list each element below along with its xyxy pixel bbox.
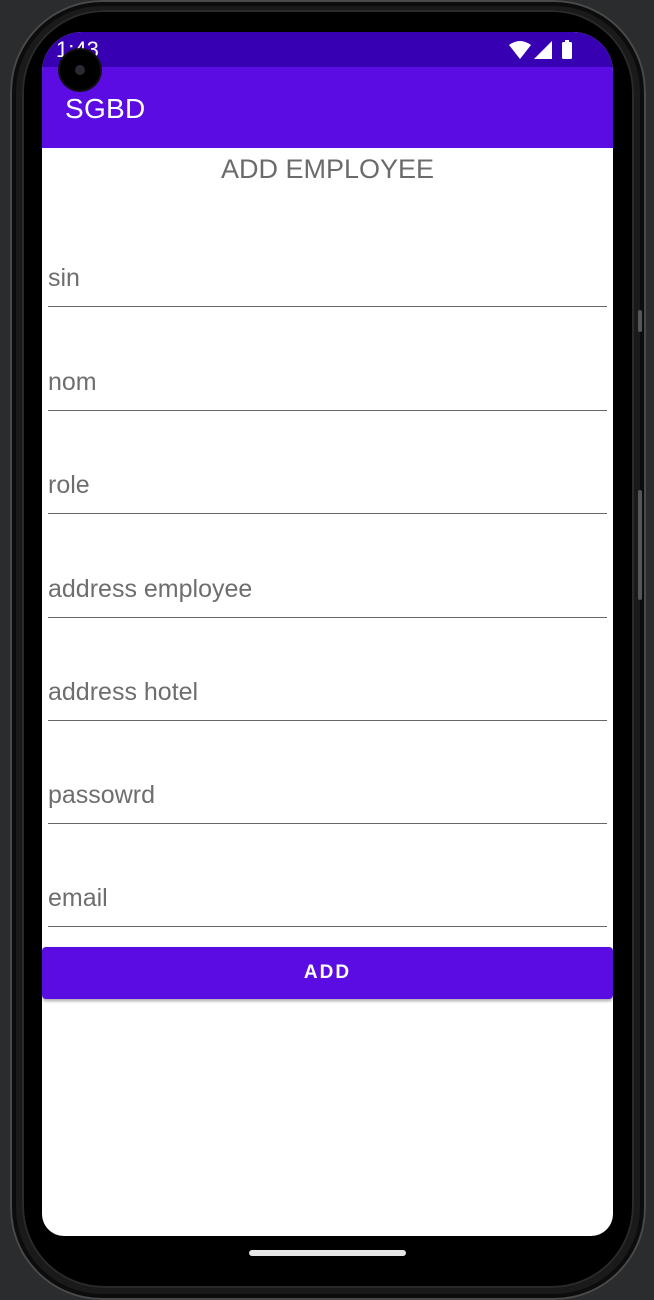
status-bar: 1:43 [42, 32, 613, 67]
app-bar: SGBD [42, 67, 613, 148]
nom-field-container [48, 350, 607, 411]
role-input[interactable] [48, 465, 607, 505]
nom-input[interactable] [48, 362, 607, 402]
password-field-container [48, 763, 607, 824]
address-hotel-input[interactable] [48, 672, 607, 712]
password-input[interactable] [48, 775, 607, 815]
front-camera [60, 50, 100, 90]
power-button [638, 310, 642, 332]
address-hotel-field-container [48, 660, 607, 721]
wifi-icon [509, 41, 531, 59]
page-title: ADD EMPLOYEE [220, 154, 435, 184]
email-field-container [48, 866, 607, 927]
app-screen: 1:43 SGBD ADD EMPLOYEE ADD [42, 32, 613, 1236]
status-icons [509, 40, 572, 59]
app-title: SGBD [65, 93, 146, 124]
cell-signal-icon [534, 41, 552, 59]
gesture-nav-handle[interactable] [249, 1250, 406, 1256]
address-employee-input[interactable] [48, 569, 607, 609]
battery-icon [562, 42, 572, 59]
sin-field-container [48, 246, 607, 307]
address-employee-field-container [48, 557, 607, 618]
add-button[interactable]: ADD [42, 947, 613, 999]
role-field-container [48, 453, 607, 514]
email-input[interactable] [48, 878, 607, 918]
volume-button [638, 490, 642, 600]
sin-input[interactable] [48, 258, 607, 298]
